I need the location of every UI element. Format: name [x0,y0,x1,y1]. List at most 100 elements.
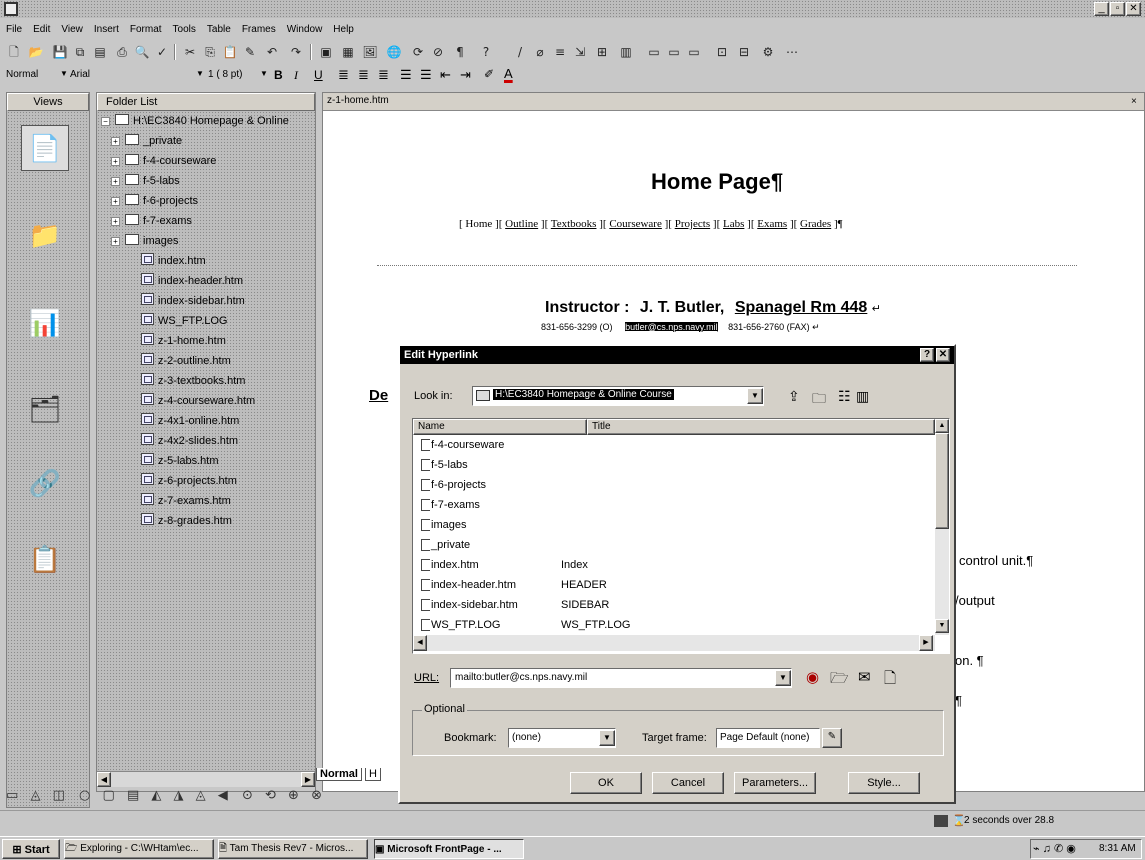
tree-folder[interactable]: + _private [111,131,182,151]
image-icon[interactable]: 🖼 [360,42,380,62]
bullet-list-icon[interactable]: ☰ [420,67,432,83]
file-row[interactable]: f-5-labs [421,455,941,475]
cancel-button[interactable]: Cancel [652,772,724,794]
target-frame-button[interactable]: ✎ [822,728,842,748]
format-painter-icon[interactable]: ✎ [240,42,260,62]
line-color-icon[interactable]: ◮ [174,788,184,803]
font-color-icon[interactable]: A [504,66,513,81]
underline-button[interactable]: U [314,68,323,82]
nav-link-courseware[interactable]: Courseware [609,218,662,230]
align-icon[interactable]: ≡ [550,42,570,62]
shape-b-icon[interactable]: ◫ [53,788,65,803]
page-heading[interactable]: Home Page¶ [651,169,783,195]
menu-table[interactable]: Table [207,24,231,35]
preview-icon[interactable]: 🔍 [132,42,152,62]
scroll-thumb[interactable] [935,433,949,529]
file-row[interactable]: WS_FTP.LOG WS_FTP.LOG [421,615,941,635]
menu-insert[interactable]: Insert [94,24,119,35]
numbered-list-icon[interactable]: ☰ [400,67,412,83]
dropdown-arrow-icon[interactable]: ▼ [260,69,268,78]
look-in-dropdown[interactable]: H:\EC3840 Homepage & Online Course ▼ [472,386,764,406]
paste-icon[interactable]: 📋 [220,42,240,62]
show-all-icon[interactable]: ¶ [450,42,470,62]
italic-button[interactable]: I [294,68,298,83]
print-icon[interactable]: ⎙ [112,42,132,62]
font-dropdown[interactable]: Arial [70,69,90,80]
expand-icon[interactable]: + [111,237,120,246]
tree-file[interactable]: z-4-courseware.htm [141,391,255,411]
file-row[interactable]: f-6-projects [421,475,941,495]
parameters-button[interactable]: Parameters... [734,772,816,794]
dropdown-arrow-icon[interactable]: ▼ [60,69,68,78]
folders-view-icon[interactable]: 📁 [21,213,69,259]
dropdown-arrow-icon[interactable]: ▼ [747,388,763,404]
ok-button[interactable]: OK [570,772,642,794]
navigation-view-icon[interactable]: 🗂 [21,387,69,433]
frame-icon[interactable]: ▥ [616,42,636,62]
task-frontpage[interactable]: ▣ Microsoft FrontPage - ... [374,839,524,859]
window-a-icon[interactable]: ▭ [644,42,664,62]
flip-icon[interactable]: ⊙ [242,788,253,803]
table-icon[interactable]: ▦ [338,42,358,62]
draw-icon[interactable]: ▭ [6,788,18,803]
spelling-icon[interactable]: ✓ [152,42,172,62]
expand-icon[interactable]: + [111,197,120,206]
increase-indent-icon[interactable]: ⇥ [460,67,471,83]
list-view-icon[interactable]: ☷ [838,388,851,405]
tree-folder[interactable]: + f-7-exams [111,211,192,231]
url-input[interactable]: mailto:butler@cs.nps.navy.mil ▼ [450,668,792,688]
start-button[interactable]: ⊞ Start [2,839,60,859]
file-row[interactable]: index-header.htm HEADER [421,575,941,595]
file-row[interactable]: _private [421,535,941,555]
tree-folder[interactable]: + f-5-labs [111,171,180,191]
close-button[interactable]: ✕ [1126,2,1141,16]
grid-icon[interactable]: ⊡ [712,42,732,62]
editor-vscroll-marker[interactable] [1127,133,1141,753]
nav-link-grades[interactable]: Grades [800,218,831,230]
tab-normal[interactable]: Normal [316,768,362,781]
tree-file[interactable]: z-6-projects.htm [141,471,237,491]
menu-edit[interactable]: Edit [33,24,50,35]
collapse-icon[interactable]: − [101,117,110,126]
scroll-right-icon[interactable]: ▶ [301,772,315,787]
redo-icon[interactable]: ↷ [286,42,306,62]
cut-icon[interactable]: ✂ [180,42,200,62]
file-row[interactable]: images [421,515,941,535]
page-view-icon[interactable]: 📄 [21,125,69,171]
highlight-icon[interactable]: ✐ [484,67,494,81]
tray-icons[interactable]: ⌁ ♫ ✆ ◉ [1033,842,1076,855]
decrease-indent-icon[interactable]: ⇤ [440,67,451,83]
nav-link-outline[interactable]: Outline [505,218,538,230]
file-row[interactable]: index-sidebar.htm SIDEBAR [421,595,941,615]
align-right-icon[interactable]: ≣ [378,67,389,83]
tree-folder[interactable]: + f-6-projects [111,191,198,211]
tab-html[interactable]: H [364,768,381,781]
tree-file[interactable]: z-4x1-online.htm [141,411,239,431]
shape-a-icon[interactable]: ◬ [30,788,40,803]
target-frame-input[interactable]: Page Default (none) [716,728,820,748]
col-title-header[interactable]: Title [587,419,935,435]
up-folder-icon[interactable]: ⇪ [788,388,800,405]
undo-icon[interactable]: ↶ [262,42,282,62]
tree-file[interactable]: index.htm [141,251,206,271]
nav-link-projects[interactable]: Projects [675,218,710,230]
file-row[interactable]: f-4-courseware [421,435,941,455]
tree-file[interactable]: z-3-textbooks.htm [141,371,245,391]
scroll-left-icon[interactable]: ◀ [97,772,111,787]
help-icon[interactable]: ? [920,348,934,362]
folder-hscroll[interactable]: ◀ ▶ [97,771,315,787]
tree-file[interactable]: index-header.htm [141,271,243,291]
text-color-icon[interactable]: ◬ [196,788,206,803]
dropdown-arrow-icon[interactable]: ▼ [775,670,791,686]
scroll-up-icon[interactable]: ▲ [935,419,949,433]
open-icon[interactable]: 📂 [26,42,46,62]
tree-file[interactable]: z-4x2-slides.htm [141,431,238,451]
refresh-icon[interactable]: ⟳ [408,42,428,62]
layout-icon[interactable]: ⊞ [592,42,612,62]
tree-folder[interactable]: + f-4-courseware [111,151,216,171]
ungroup-icon[interactable]: ⊗ [311,788,322,803]
pen-icon[interactable]: / [510,42,530,62]
scroll-left-icon[interactable]: ◀ [413,635,427,651]
tree-root[interactable]: − H:\EC3840 Homepage & Online [101,111,289,131]
minimize-button[interactable]: _ [1094,2,1109,16]
